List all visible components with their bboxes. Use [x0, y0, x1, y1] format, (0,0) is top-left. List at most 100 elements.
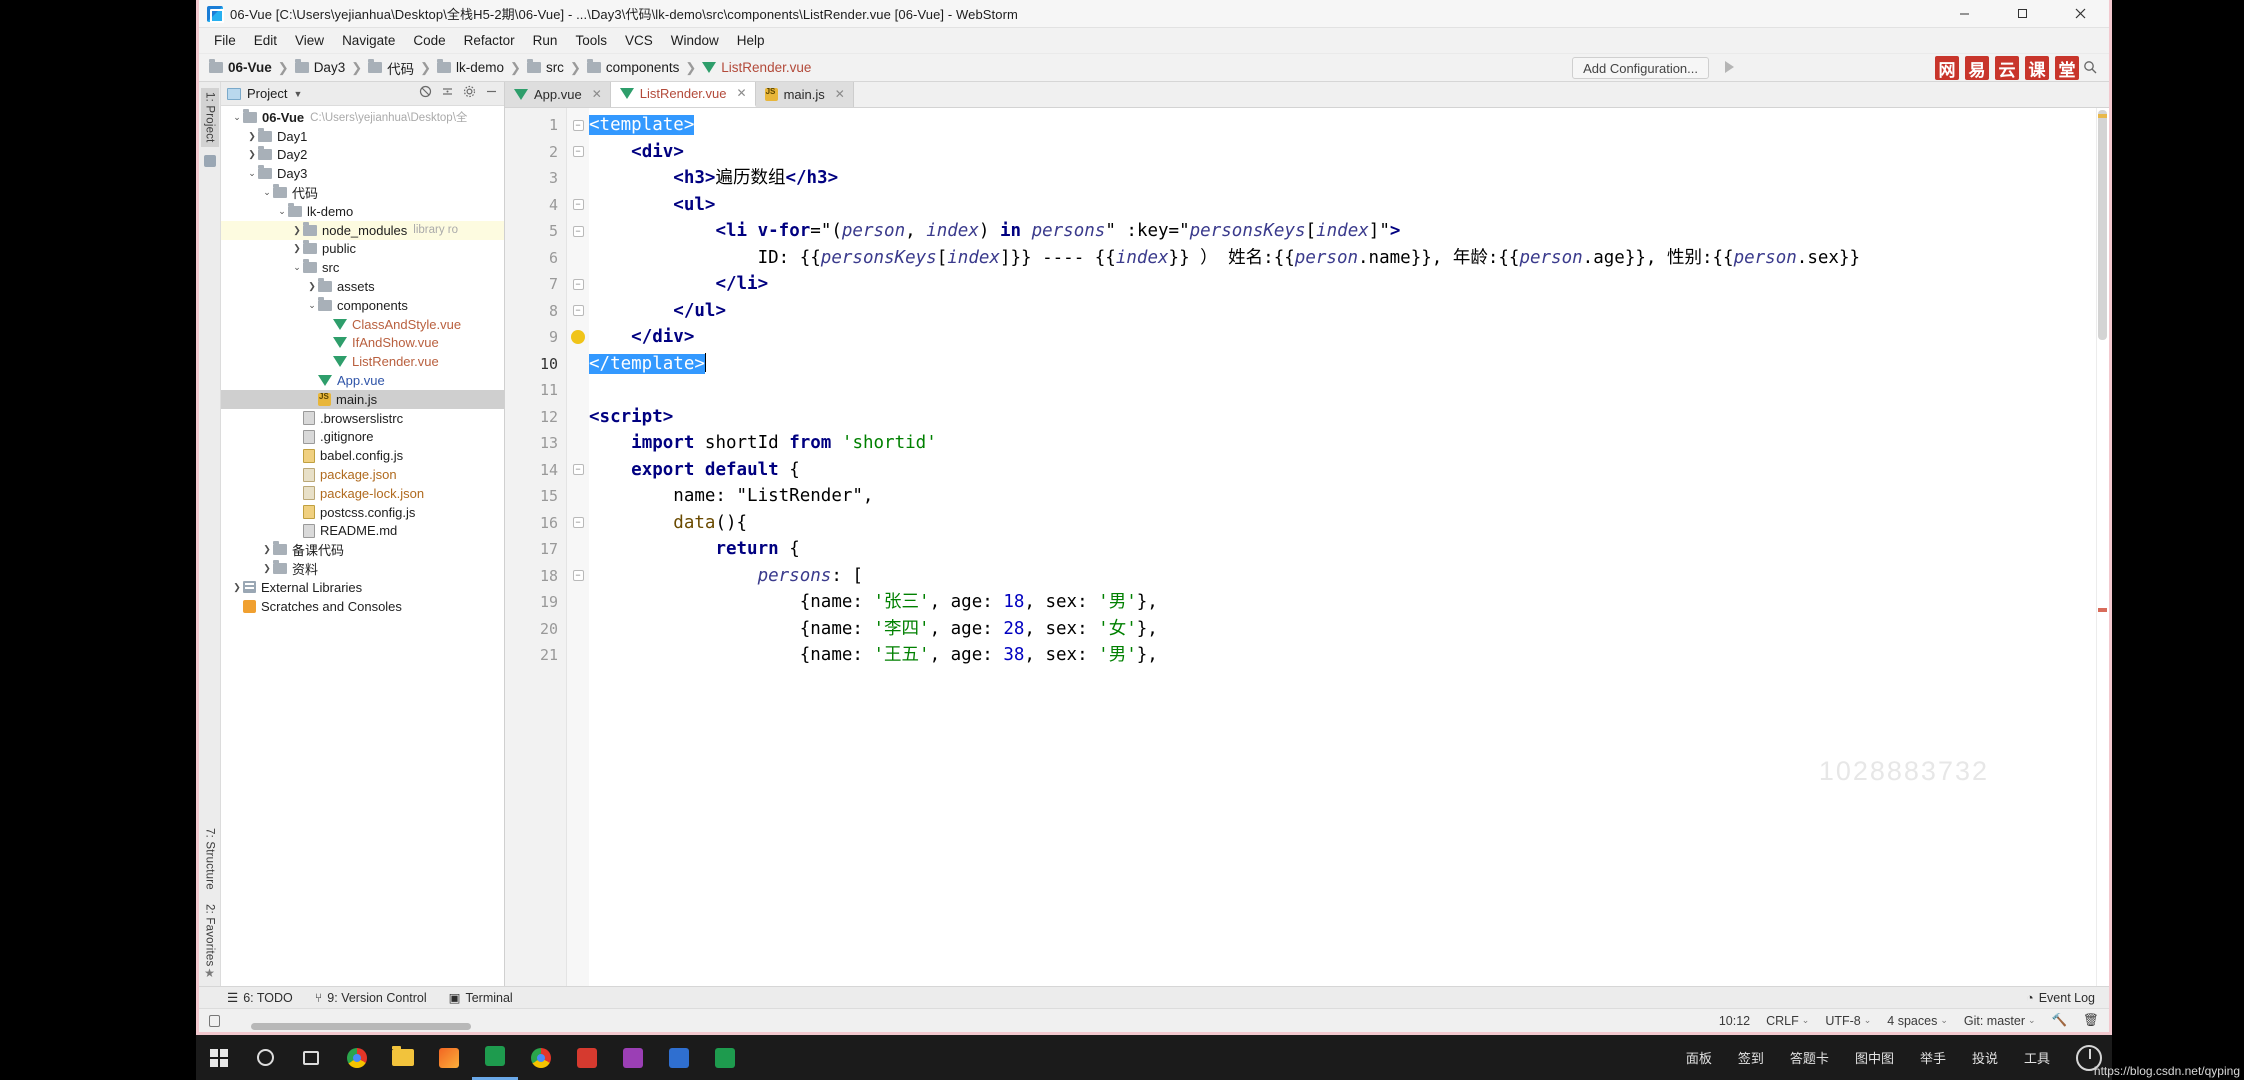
fold-toggle-icon[interactable]: − — [572, 271, 584, 298]
code-line[interactable]: {name: '张三', age: 18, sex: '男'}, — [589, 589, 2109, 616]
menu-item-vcs[interactable]: VCS — [616, 30, 662, 51]
tree-node-ifandshow-vue[interactable]: IfAndShow.vue — [221, 334, 504, 353]
breadcrumb-components[interactable]: components ❯ — [586, 59, 702, 76]
menu-item-tools[interactable]: Tools — [566, 30, 616, 51]
menu-item-help[interactable]: Help — [728, 30, 774, 51]
menu-item-edit[interactable]: Edit — [245, 30, 286, 51]
tool-button-structure[interactable]: 7: Structure — [204, 828, 216, 890]
tree-node-assets[interactable]: ❯ assets — [221, 277, 504, 296]
code-line[interactable]: <h3>遍历数组</h3> — [589, 165, 2109, 192]
tool-button-project[interactable]: 1: Project — [200, 88, 219, 147]
code-line[interactable]: </div> — [589, 324, 2109, 351]
maximize-button[interactable] — [1993, 0, 2051, 28]
ime-item-quiz[interactable]: 答题卡 — [1790, 1048, 1829, 1067]
intention-bulb-icon[interactable] — [571, 330, 585, 344]
tree-node-babel-config-js[interactable]: babel.config.js — [221, 446, 504, 465]
indent-setting[interactable]: 4 spaces ⌄ — [1887, 1014, 1948, 1028]
search-icon[interactable] — [2083, 60, 2097, 79]
tree-node-package-json[interactable]: package.json — [221, 465, 504, 484]
settings-gear-icon[interactable] — [463, 85, 476, 103]
error-stripe-error[interactable] — [2098, 608, 2107, 612]
chrome2-icon[interactable] — [518, 1035, 564, 1080]
code-line[interactable]: </template> — [589, 351, 2109, 378]
event-log-button[interactable]: ◔ Event Log — [2026, 991, 2095, 1005]
chevron-right-icon[interactable]: ❯ — [246, 149, 258, 160]
code-line[interactable]: <div> — [589, 139, 2109, 166]
breadcrumb-lk-demo[interactable]: lk-demo ❯ — [437, 59, 527, 76]
code-line[interactable]: <template> — [589, 112, 2109, 139]
chevron-down-icon[interactable]: ⌄ — [261, 187, 273, 198]
chevron-down-icon[interactable]: ⌄ — [291, 262, 303, 273]
run-play-icon[interactable] — [1725, 61, 1734, 73]
ime-item-pip[interactable]: 图中图 — [1855, 1048, 1894, 1067]
menu-item-window[interactable]: Window — [662, 30, 728, 51]
chevron-right-icon[interactable]: ❯ — [291, 243, 303, 254]
code-line[interactable]: {name: '李四', age: 28, sex: '女'}, — [589, 616, 2109, 643]
tree-node-06-vue[interactable]: ⌄ 06-Vue C:\Users\yejianhua\Desktop\全 — [221, 108, 504, 127]
close-icon[interactable]: ✕ — [835, 87, 845, 101]
code-line[interactable]: return { — [589, 536, 2109, 563]
app-orange-icon[interactable] — [426, 1035, 472, 1080]
tree-node-classandstyle-vue[interactable]: ClassAndStyle.vue — [221, 315, 504, 334]
menu-item-code[interactable]: Code — [404, 30, 454, 51]
error-stripe-warning[interactable] — [2098, 114, 2107, 118]
collapse-all-icon[interactable] — [419, 85, 432, 103]
ime-item-signin[interactable]: 签到 — [1738, 1048, 1764, 1067]
fold-toggle-icon[interactable]: − — [572, 112, 584, 139]
fold-toggle-icon[interactable]: − — [572, 298, 584, 325]
code-line[interactable]: </li> — [589, 271, 2109, 298]
chevron-right-icon[interactable]: ❯ — [291, 225, 303, 236]
menu-item-run[interactable]: Run — [524, 30, 567, 51]
code-line[interactable] — [589, 377, 2109, 404]
tree-node-day2[interactable]: ❯ Day2 — [221, 146, 504, 165]
chevron-down-icon[interactable]: ⌄ — [231, 112, 243, 123]
tab-main-js[interactable]: main.js ✕ — [755, 81, 854, 107]
close-icon[interactable]: ✕ — [592, 87, 602, 101]
tree-node-[interactable]: ❯ 备课代码 — [221, 540, 504, 559]
code-editor[interactable]: 1028883732 <template> <div> <h3>遍历数组</h3… — [589, 108, 2109, 986]
code-line[interactable]: </ul> — [589, 298, 2109, 325]
minimize-button[interactable] — [1935, 0, 1993, 28]
breadcrumb-06-vue[interactable]: 06-Vue ❯ — [209, 59, 295, 76]
chevron-right-icon[interactable]: ❯ — [261, 544, 273, 555]
tree-node-browserslistrc[interactable]: .browserslistrc — [221, 409, 504, 428]
code-line[interactable]: ID: {{personsKeys[index]}} ---- {{index}… — [589, 245, 2109, 272]
code-line[interactable]: data(){ — [589, 510, 2109, 537]
project-tree[interactable]: ⌄ 06-Vue C:\Users\yejianhua\Desktop\全 ❯ Day1… — [221, 106, 504, 986]
app-blue-icon[interactable] — [656, 1035, 702, 1080]
fold-toggle-icon[interactable]: − — [572, 510, 584, 537]
chrome-icon[interactable] — [334, 1035, 380, 1080]
tree-node-node-modules[interactable]: ❯ node_modules library ro — [221, 220, 504, 240]
star-icon[interactable]: ★ — [204, 966, 215, 980]
tree-node-day3[interactable]: ⌄ Day3 — [221, 164, 504, 183]
lock-icon[interactable] — [209, 1014, 220, 1027]
menu-item-view[interactable]: View — [286, 30, 333, 51]
tree-node-listrender-vue[interactable]: ListRender.vue — [221, 352, 504, 371]
fold-toggle-icon[interactable]: − — [572, 563, 584, 590]
tool-button-todo[interactable]: ☰ 6: TODO — [227, 990, 293, 1006]
file-encoding[interactable]: UTF-8 ⌄ — [1825, 1014, 1871, 1028]
menu-item-refactor[interactable]: Refactor — [455, 30, 524, 51]
close-button[interactable] — [2051, 0, 2109, 28]
scrollbar-thumb[interactable] — [2098, 110, 2107, 340]
code-line[interactable]: export default { — [589, 457, 2109, 484]
tree-node-readme-md[interactable]: README.md — [221, 522, 504, 541]
tab-listrender-vue[interactable]: ListRender.vue ✕ — [610, 81, 756, 107]
ime-item-panel[interactable]: 面板 — [1686, 1048, 1712, 1067]
code-line[interactable]: import shortId from 'shortid' — [589, 430, 2109, 457]
tree-node-src[interactable]: ⌄ src — [221, 258, 504, 277]
tree-node-day1[interactable]: ❯ Day1 — [221, 127, 504, 146]
code-line[interactable]: <li v-for="(person, index) in persons" :… — [589, 218, 2109, 245]
ime-item-tools[interactable]: 工具 — [2024, 1048, 2050, 1067]
fold-toggle-icon[interactable]: − — [572, 218, 584, 245]
code-folding-column[interactable]: − − − − − − − − − — [567, 108, 589, 986]
app-red-icon[interactable] — [564, 1035, 610, 1080]
chevron-right-icon[interactable]: ❯ — [246, 131, 258, 142]
bookmark-icon[interactable] — [203, 154, 216, 167]
file-explorer-icon[interactable] — [380, 1035, 426, 1080]
caret-position[interactable]: 10:12 — [1719, 1014, 1750, 1028]
code-line[interactable]: name: "ListRender", — [589, 483, 2109, 510]
chevron-down-icon[interactable]: ⌄ — [306, 300, 318, 311]
tool-button-version-control[interactable]: ⑂ 9: Version Control — [315, 991, 427, 1005]
cortana-search-icon[interactable] — [242, 1035, 288, 1080]
